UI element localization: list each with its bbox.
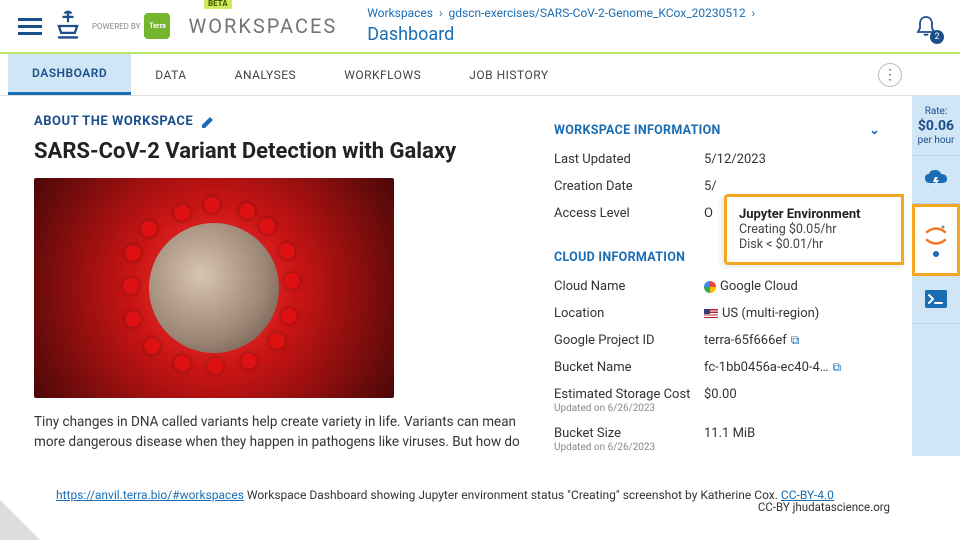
google-cloud-icon	[704, 281, 716, 293]
row-storage-cost: Estimated Storage CostUpdated on 6/26/20…	[554, 381, 880, 420]
cc-attribution: CC-BY jhudatascience.org	[758, 500, 890, 514]
beta-badge: BETA	[204, 0, 232, 9]
copy-icon[interactable]: ⧉	[791, 333, 800, 347]
anvil-logo	[54, 10, 82, 42]
description-text: Tiny changes in DNA called variants help…	[34, 412, 544, 453]
terra-logo: Terra	[144, 13, 170, 39]
terminal-icon[interactable]	[912, 276, 960, 324]
right-rail: Rate: $0.06 per hour	[912, 96, 960, 456]
menu-hamburger[interactable]	[18, 14, 42, 39]
status-dot	[933, 251, 939, 257]
about-heading: ABOUT THE WORKSPACE	[34, 114, 554, 129]
more-menu-button[interactable]: ⋮	[878, 63, 902, 87]
workspaces-heading: WORKSPACES	[188, 14, 337, 38]
tab-workflows[interactable]: WORKFLOWS	[320, 54, 445, 95]
hero-image	[34, 178, 394, 398]
row-bucket-size: Bucket SizeUpdated on 6/26/202311.1 MiB	[554, 420, 880, 459]
jupyter-tooltip: Jupyter Environment Creating $0.05/hr Di…	[724, 194, 904, 265]
row-project-id: Google Project IDterra-65f666ef⧉	[554, 327, 880, 354]
powered-by-label: POWERED BY	[92, 22, 140, 31]
us-flag-icon	[704, 309, 718, 318]
cloud-bolt-icon[interactable]	[912, 156, 960, 204]
page-title: SARS-CoV-2 Variant Detection with Galaxy	[34, 139, 554, 164]
rate-display: Rate: $0.06 per hour	[912, 102, 960, 156]
notifications-count: 2	[930, 30, 944, 44]
notifications-button[interactable]: 2	[910, 10, 942, 42]
row-bucket-name: Bucket Namefc-1bb0456a-ec40-4…⧉	[554, 354, 880, 381]
workspace-info-header[interactable]: WORKSPACE INFORMATION ⌄	[554, 114, 880, 146]
tab-data[interactable]: DATA	[131, 54, 210, 95]
jupyter-icon[interactable]	[912, 204, 960, 276]
tab-job-history[interactable]: JOB HISTORY	[445, 54, 572, 95]
breadcrumb[interactable]: Workspaces › gdscn-exercises/SARS-CoV-2-…	[367, 5, 910, 47]
tab-dashboard[interactable]: DASHBOARD	[8, 54, 131, 95]
footer-caption: https://anvil.terra.bio/#workspaces Work…	[0, 474, 960, 540]
row-last-updated: Last Updated5/12/2023	[554, 146, 880, 173]
footer-link[interactable]: https://anvil.terra.bio/#workspaces	[56, 488, 244, 502]
row-cloud-name: Cloud NameGoogle Cloud	[554, 273, 880, 300]
page-corner-icon	[0, 500, 40, 540]
edit-icon[interactable]	[201, 115, 215, 129]
row-location: LocationUS (multi-region)	[554, 300, 880, 327]
tab-analyses[interactable]: ANALYSES	[211, 54, 321, 95]
copy-icon[interactable]: ⧉	[832, 360, 841, 374]
chevron-down-icon: ⌄	[869, 122, 880, 138]
